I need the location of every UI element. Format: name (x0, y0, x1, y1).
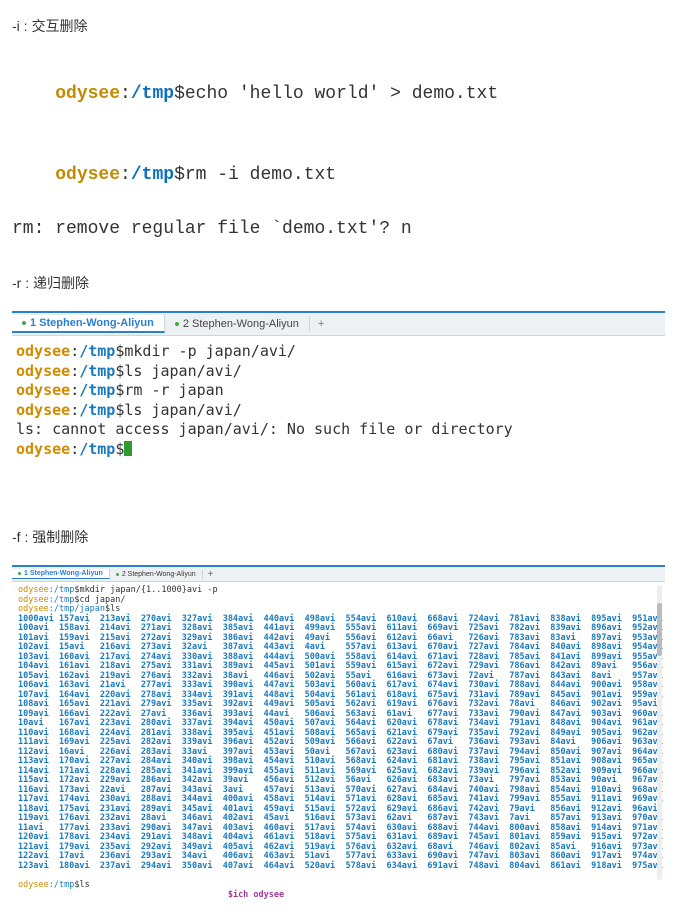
tab-label: 2 Stephen-Wong-Aliyun (122, 571, 196, 578)
cmd-line: rm -i demo.txt (185, 165, 336, 185)
scrollbar[interactable] (657, 585, 662, 880)
section-r-label: -r : 递归删除 (12, 273, 665, 293)
tab-bar: 1 Stephen-Wong-Aliyun 2 Stephen-Wong-Ali… (12, 567, 665, 582)
section-i-label: -i : 交互删除 (12, 16, 665, 36)
tab-label: 2 Stephen-Wong-Aliyun (183, 318, 299, 330)
prompt-path: /tmp (131, 84, 174, 104)
tab-2[interactable]: 2 Stephen-Wong-Aliyun (110, 570, 203, 579)
prompt-user: odysee (16, 381, 70, 399)
status-dot-icon (18, 572, 21, 575)
prompt-user: odysee (16, 342, 70, 360)
tab-bar: 1 Stephen-Wong-Aliyun 2 Stephen-Wong-Ali… (12, 313, 665, 336)
prompt-path: /tmp (79, 440, 115, 458)
prompt-user: odysee (16, 401, 70, 419)
prompt-path: /tmp (79, 401, 115, 419)
terminal-window-3: 1 Stephen-Wong-Aliyun 2 Stephen-Wong-Ali… (12, 565, 665, 908)
section-f-label: -f : 强制删除 (12, 527, 665, 547)
prompt-user: odysee (16, 362, 70, 380)
tab-2[interactable]: 2 Stephen-Wong-Aliyun (165, 316, 310, 332)
terminal-window-2: 1 Stephen-Wong-Aliyun 2 Stephen-Wong-Ali… (12, 311, 665, 469)
prompt-user: odysee (55, 84, 120, 104)
terminal-body-2[interactable]: odysee:/tmp$mkdir -p japan/avi/ odysee:/… (12, 336, 665, 469)
cursor-icon (124, 441, 132, 456)
prompt-path: /tmp (79, 381, 115, 399)
cmd-line: echo 'hello world' > demo.txt (185, 84, 498, 104)
cmd-line: rm -r japan (124, 381, 223, 399)
prompt-path: /tmp (79, 342, 115, 360)
status-dot-icon (22, 321, 26, 325)
cmd-line: ls japan/avi/ (124, 401, 241, 419)
terminal-body-3[interactable]: odysee:/tmp$mkdir japan/{1..1000}avi -p … (12, 582, 665, 908)
tab-label: 1 Stephen-Wong-Aliyun (30, 317, 154, 329)
tab-label: 1 Stephen-Wong-Aliyun (24, 570, 103, 577)
output-line: rm: remove regular file `demo.txt'? n (12, 216, 665, 243)
status-dot-icon (116, 573, 119, 576)
scroll-thumb[interactable] (657, 603, 662, 656)
cmd-line: mkdir -p japan/avi/ (124, 342, 296, 360)
terminal-block-1: odysee:/tmp$echo 'hello world' > demo.tx… (12, 54, 665, 243)
tab-1[interactable]: 1 Stephen-Wong-Aliyun (12, 569, 110, 579)
prompt-user: odysee (55, 165, 120, 185)
prompt-user: odysee (16, 440, 70, 458)
prompt-path: /tmp (79, 362, 115, 380)
tab-add-button[interactable]: + (203, 569, 219, 580)
status-dot-icon (175, 322, 179, 326)
cmd-line: ls japan/avi/ (124, 362, 241, 380)
prompt-path: /tmp (131, 165, 174, 185)
output-line: ls: cannot access japan/avi/: No such fi… (16, 420, 661, 440)
tab-1[interactable]: 1 Stephen-Wong-Aliyun (12, 315, 165, 333)
tab-add-button[interactable]: + (310, 318, 332, 330)
